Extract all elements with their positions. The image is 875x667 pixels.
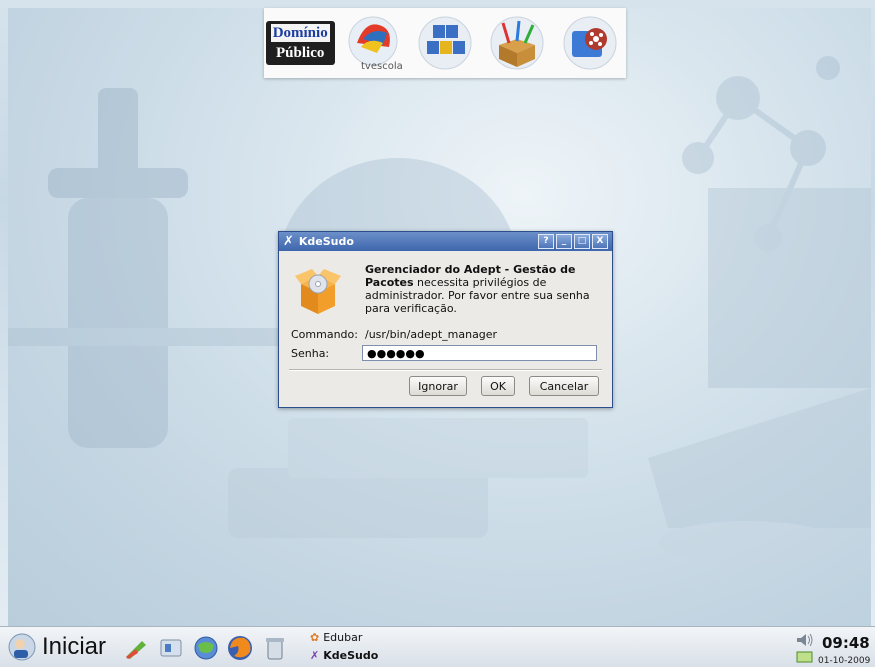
abc-blocks-icon xyxy=(418,16,472,70)
kdesudo-task-icon: ✗ xyxy=(310,649,320,662)
start-button[interactable]: Iniciar xyxy=(8,631,106,663)
dominio-publico-line2: Público xyxy=(276,45,325,61)
password-label: Senha: xyxy=(291,347,329,360)
art-box-icon xyxy=(490,16,544,70)
command-label: Commando: xyxy=(291,328,358,341)
kdesudo-dialog: ✗ KdeSudo ? _ □ X Gerenciador do Adept -… xyxy=(278,231,613,408)
dominio-publico-line1: Domínio xyxy=(270,24,330,42)
dialog-titlebar[interactable]: ✗ KdeSudo ? _ □ X xyxy=(279,232,612,251)
cancel-button[interactable]: Cancelar xyxy=(529,376,599,396)
tv-escola-button[interactable]: tvescola xyxy=(343,13,403,73)
minimize-button[interactable]: _ xyxy=(556,234,572,249)
dominio-publico-logo: Domínio Público xyxy=(265,21,335,65)
paint-brush-icon[interactable] xyxy=(122,637,148,661)
close-button[interactable]: X xyxy=(592,234,608,249)
film-reel-icon xyxy=(563,16,617,70)
start-label: Iniciar xyxy=(42,633,107,660)
art-box-button[interactable] xyxy=(487,13,547,73)
firefox-icon[interactable] xyxy=(226,634,254,662)
dominio-publico-button[interactable]: Domínio Público xyxy=(265,13,335,73)
task-edubar-label: Edubar xyxy=(323,631,363,644)
password-label-text: Senha: xyxy=(291,347,330,360)
task-edubar[interactable]: ✿ Edubar xyxy=(310,631,362,644)
dialog-message: Gerenciador do Adept - Gestão de Pacotes… xyxy=(365,263,595,315)
start-menu-icon xyxy=(8,633,36,661)
dialog-separator xyxy=(289,369,602,371)
file-manager-icon[interactable] xyxy=(157,635,185,661)
dialog-title: KdeSudo xyxy=(298,235,354,248)
launcher-bar: Domínio Público tvescola xyxy=(264,8,626,78)
kdesudo-app-icon: ✗ xyxy=(283,234,294,249)
date: 01-10-2009 xyxy=(818,656,871,666)
task-kdesudo[interactable]: ✗ KdeSudo xyxy=(310,649,378,662)
maximize-button[interactable]: □ xyxy=(574,234,590,249)
edubar-icon: ✿ xyxy=(310,631,320,644)
package-icon xyxy=(295,269,341,314)
password-field[interactable]: ●●●●●● xyxy=(362,345,597,361)
abc-blocks-button[interactable] xyxy=(415,13,475,73)
display-icon[interactable] xyxy=(795,651,815,665)
ok-button[interactable]: OK xyxy=(481,376,515,396)
tv-escola-label: tvescola xyxy=(361,61,403,72)
taskbar: Iniciar ✿ Edubar ✗ KdeSudo 09:48 01-10-2… xyxy=(0,626,875,667)
film-reel-button[interactable] xyxy=(560,13,620,73)
network-globe-icon[interactable] xyxy=(192,635,220,661)
trash-icon[interactable] xyxy=(262,633,288,663)
task-kdesudo-label: KdeSudo xyxy=(323,649,379,662)
ignore-button[interactable]: Ignorar xyxy=(409,376,467,396)
command-value: /usr/bin/adept_manager xyxy=(365,328,498,341)
tv-escola-icon: tvescola xyxy=(348,16,403,72)
clock[interactable]: 09:48 xyxy=(822,634,870,652)
help-button[interactable]: ? xyxy=(538,234,554,249)
volume-icon[interactable] xyxy=(795,631,815,649)
